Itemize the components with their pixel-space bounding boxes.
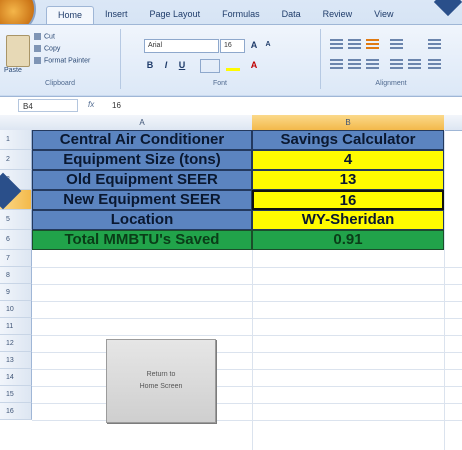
row-header-15[interactable]: 15 (0, 386, 32, 403)
italic-button[interactable]: I (160, 59, 172, 71)
ribbon-panel: Paste Cut Copy Format Painter Clipboard … (0, 24, 462, 95)
alignment-group: Alignment (320, 29, 462, 89)
row-gridline (32, 335, 462, 336)
row-header-12[interactable]: 12 (0, 335, 32, 352)
name-box[interactable]: B4 (18, 99, 78, 112)
tab-page-layout[interactable]: Page Layout (139, 6, 212, 24)
align-right-icon[interactable] (366, 59, 379, 70)
row-header-9[interactable]: 9 (0, 284, 32, 301)
grow-font-icon[interactable]: A (248, 39, 260, 51)
row-header-8[interactable]: 8 (0, 267, 32, 284)
return-button-line1: Return to (146, 371, 176, 378)
decrease-indent-icon[interactable] (390, 59, 403, 70)
tab-home[interactable]: Home (46, 6, 95, 24)
column-header-a[interactable]: A (32, 115, 253, 131)
align-middle-icon[interactable] (348, 39, 361, 50)
formula-bar: B4 fx 16 (0, 96, 462, 116)
label-old-seer[interactable]: Old Equipment SEER (32, 170, 252, 190)
label-location[interactable]: Location (32, 210, 252, 230)
formula-input[interactable]: 16 (112, 99, 121, 112)
row-header-10[interactable]: 10 (0, 301, 32, 318)
wrap-text-icon[interactable] (428, 39, 441, 50)
align-left-icon[interactable] (330, 59, 343, 70)
paste-button[interactable]: Paste (4, 67, 22, 74)
label-new-seer[interactable]: New Equipment SEER (32, 190, 252, 210)
format-painter-label: Format Painter (44, 57, 91, 65)
row-header-13[interactable]: 13 (0, 352, 32, 369)
copy-button[interactable]: Copy (34, 45, 60, 52)
copy-icon (34, 45, 41, 52)
bold-button[interactable]: B (144, 59, 156, 71)
row-header-16[interactable]: 16 (0, 403, 32, 420)
result-total-saved: 0.91 (252, 230, 444, 250)
column-header-b[interactable]: B (252, 115, 445, 131)
row-gridline (32, 352, 462, 353)
font-group-label: Font (212, 80, 227, 87)
font-family-select[interactable]: Arial (144, 39, 219, 53)
title-cell-a1[interactable]: Central Air Conditioner (32, 130, 252, 150)
row-gridline (32, 403, 462, 404)
row-gridline (32, 420, 462, 421)
label-total-saved: Total MMBTU's Saved (32, 230, 252, 250)
paste-icon[interactable] (6, 35, 30, 67)
brush-icon (34, 57, 41, 64)
font-group: Arial 16 A A B I U A Font (120, 29, 321, 89)
row-header-6[interactable]: 6 (0, 230, 32, 250)
fx-icon[interactable]: fx (88, 100, 94, 109)
row-gridline (32, 267, 462, 268)
alignment-group-label: Alignment (375, 80, 407, 87)
tab-formulas[interactable]: Formulas (211, 6, 271, 24)
row-header-7[interactable]: 7 (0, 250, 32, 267)
increase-indent-icon[interactable] (408, 59, 421, 70)
align-top-icon[interactable] (330, 39, 343, 50)
clipboard-group: Paste Cut Copy Format Painter Clipboard (0, 29, 121, 89)
input-new-seer[interactable]: 16 (252, 190, 444, 210)
row-gridline (32, 369, 462, 370)
borders-icon[interactable] (200, 59, 220, 73)
input-equipment-size[interactable]: 4 (252, 150, 444, 170)
row-gridline (32, 318, 462, 319)
row-gridline (32, 301, 462, 302)
underline-button[interactable]: U (176, 59, 188, 71)
font-color-icon[interactable]: A (248, 59, 260, 71)
column-header-c[interactable] (444, 115, 462, 131)
row-header-5[interactable]: 5 (0, 210, 32, 230)
tab-view[interactable]: View (363, 6, 404, 24)
scissors-icon (34, 33, 41, 40)
input-old-seer[interactable]: 13 (252, 170, 444, 190)
return-home-button[interactable]: Return to Home Screen (106, 339, 216, 423)
tab-insert[interactable]: Insert (94, 6, 139, 24)
format-painter-button[interactable]: Format Painter (34, 57, 90, 64)
row-gridline (32, 386, 462, 387)
input-location[interactable]: WY-Sheridan (252, 210, 444, 230)
return-button-line2: Home Screen (139, 383, 183, 390)
row-header-2[interactable]: 2 (0, 150, 32, 170)
align-center-icon[interactable] (348, 59, 361, 70)
corner-decoration (433, 0, 462, 17)
merge-center-icon[interactable] (428, 59, 441, 70)
title-cell-b1[interactable]: Savings Calculator (252, 130, 444, 150)
select-all-corner[interactable] (0, 115, 33, 131)
row-header-11[interactable]: 11 (0, 318, 32, 335)
row-header-1[interactable]: 1 (0, 130, 32, 150)
font-size-select[interactable]: 16 (220, 39, 245, 53)
copy-label: Copy (44, 45, 61, 53)
tab-data[interactable]: Data (271, 6, 312, 24)
ribbon-tabs: Home Insert Page Layout Formulas Data Re… (46, 6, 404, 24)
worksheet: A B 1 2 3 4 5 6 7 8 9 10 11 12 13 14 15 … (0, 115, 462, 450)
tab-review[interactable]: Review (312, 6, 364, 24)
cut-button[interactable]: Cut (34, 33, 55, 40)
label-equipment-size[interactable]: Equipment Size (tons) (32, 150, 252, 170)
row-gridline (32, 284, 462, 285)
clipboard-group-label: Clipboard (45, 80, 75, 87)
row-header-14[interactable]: 14 (0, 369, 32, 386)
cut-label: Cut (44, 33, 55, 41)
column-divider (444, 130, 445, 450)
orientation-icon[interactable] (390, 39, 403, 50)
align-bottom-icon[interactable] (366, 39, 379, 50)
shrink-font-icon[interactable]: A (262, 39, 274, 51)
fill-color-icon[interactable] (226, 59, 240, 71)
